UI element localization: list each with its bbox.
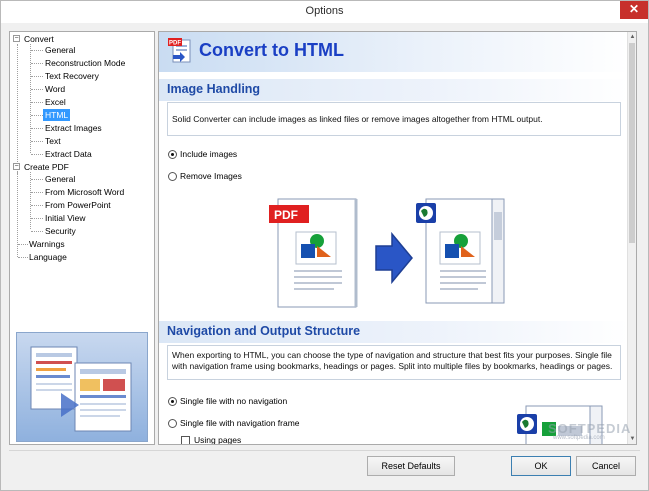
tree-item-html[interactable]: HTML — [43, 109, 71, 121]
single-file-no-nav-radio[interactable] — [168, 397, 177, 406]
pdf-badge-text: PDF — [274, 208, 298, 222]
tree-line — [31, 115, 43, 116]
using-pages-checkbox[interactable] — [181, 436, 190, 444]
remove-images-label: Remove Images — [180, 171, 242, 181]
content-panel: PDF Convert to HTML Image Handling Solid… — [158, 31, 637, 445]
scroll-up-icon[interactable]: ▲ — [628, 32, 636, 42]
convert-html-icon: PDF — [168, 38, 191, 63]
collapse-create-pdf-icon[interactable]: − — [13, 163, 20, 170]
footer-separator — [9, 450, 640, 451]
svg-text:PDF: PDF — [169, 41, 181, 47]
page-header: PDF Convert to HTML — [159, 32, 629, 72]
navigation-heading: Navigation and Output Structure — [167, 324, 361, 338]
image-handling-description: Solid Converter can include images as li… — [167, 102, 621, 136]
tree-item-language[interactable]: Language — [27, 251, 69, 263]
tree-line — [30, 172, 31, 229]
tree-line — [31, 192, 43, 193]
tree-item-initial-view[interactable]: Initial View — [43, 212, 87, 224]
single-file-nav-frame-radio[interactable] — [168, 419, 177, 428]
tree-line — [31, 63, 43, 64]
content-scrollbar[interactable]: ▲ ▼ — [627, 32, 636, 444]
tree-line — [31, 154, 43, 155]
options-window: Options ✕ − Convert General Reconstructi… — [0, 0, 649, 491]
tree-item-reconstruction-mode[interactable]: Reconstruction Mode — [43, 57, 127, 69]
watermark-url: www.softpedia.com — [553, 435, 605, 441]
tree-line — [31, 50, 43, 51]
tree-item-word[interactable]: Word — [43, 83, 67, 95]
include-images-label: Include images — [180, 149, 238, 159]
tree-item-excel[interactable]: Excel — [43, 96, 68, 108]
tree-item-extract-images[interactable]: Extract Images — [43, 122, 104, 134]
tree-item-text-recovery[interactable]: Text Recovery — [43, 70, 101, 82]
single-file-no-nav-option[interactable]: Single file with no navigation — [168, 395, 287, 407]
remove-images-radio[interactable] — [168, 172, 177, 181]
ok-button[interactable]: OK — [511, 456, 571, 476]
tree-line — [31, 205, 43, 206]
tree-item-create-pdf[interactable]: Create PDF — [22, 161, 71, 173]
using-pages-option[interactable]: Using pages — [181, 434, 242, 445]
tree-line — [31, 231, 43, 232]
tree-line — [31, 76, 43, 77]
tree-line — [31, 128, 43, 129]
tree-item-extract-data[interactable]: Extract Data — [43, 148, 94, 160]
tree-line — [31, 218, 43, 219]
navigation-description: When exporting to HTML, you can choose t… — [167, 345, 621, 380]
tree-line — [30, 44, 31, 153]
window-title: Options — [305, 5, 344, 17]
single-file-nav-frame-label: Single file with navigation frame — [180, 418, 300, 428]
include-images-radio[interactable] — [168, 150, 177, 159]
reset-defaults-button[interactable]: Reset Defaults — [367, 456, 455, 476]
tree-line — [31, 102, 43, 103]
scrollbar-thumb[interactable] — [629, 43, 635, 243]
watermark: SOFTPEDIA — [548, 421, 632, 436]
navigation-section-header: Navigation and Output Structure — [159, 321, 629, 343]
tree-item-pdf-general[interactable]: General — [43, 173, 77, 185]
collapse-convert-icon[interactable]: − — [13, 35, 20, 42]
tree-line — [31, 89, 43, 90]
tree-line — [31, 179, 43, 180]
tree-item-warnings[interactable]: Warnings — [27, 238, 67, 250]
options-tree[interactable]: − Convert General Reconstruction Mode Te… — [9, 31, 155, 445]
close-button[interactable]: ✕ — [620, 1, 648, 19]
tree-line — [17, 44, 18, 174]
convert-illustration — [16, 332, 148, 442]
tree-item-from-word[interactable]: From Microsoft Word — [43, 186, 126, 198]
cancel-button[interactable]: Cancel — [576, 456, 636, 476]
image-handling-section-header: Image Handling — [159, 79, 629, 101]
using-pages-label: Using pages — [194, 435, 242, 445]
convert-arrow-icon — [375, 231, 413, 285]
tree-item-from-powerpoint[interactable]: From PowerPoint — [43, 199, 113, 211]
tree-line — [31, 141, 43, 142]
tree-item-text[interactable]: Text — [43, 135, 63, 147]
include-images-option[interactable]: Include images — [168, 148, 237, 160]
page-title: Convert to HTML — [199, 40, 344, 60]
image-handling-heading: Image Handling — [167, 82, 261, 96]
single-file-nav-frame-option[interactable]: Single file with navigation frame — [168, 417, 300, 429]
tree-item-general[interactable]: General — [43, 44, 77, 56]
single-file-no-nav-label: Single file with no navigation — [180, 396, 288, 406]
title-bar: Options ✕ — [1, 1, 648, 23]
close-icon: ✕ — [628, 2, 640, 16]
remove-images-option[interactable]: Remove Images — [168, 170, 242, 182]
tree-item-security[interactable]: Security — [43, 225, 78, 237]
pdf-to-html-illustration: PDF — [269, 198, 505, 308]
